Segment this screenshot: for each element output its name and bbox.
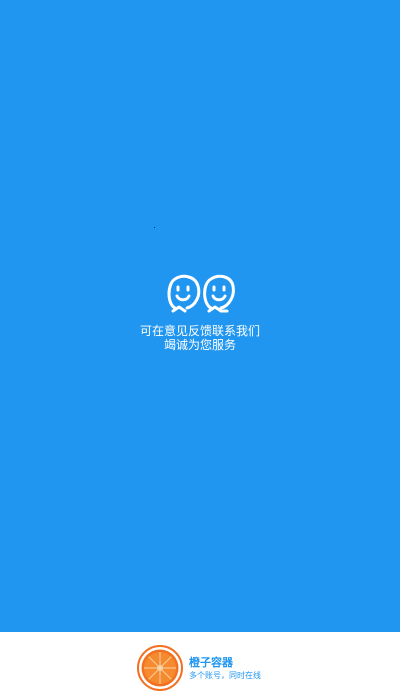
orange-slice-icon — [137, 645, 183, 691]
slogan-line-1: 可在意见反馈联系我们 — [139, 324, 260, 338]
splash-background: 可在意见反馈联系我们 竭诚为您服务 — [0, 0, 400, 632]
app-name: 橙子容器 — [189, 656, 233, 669]
splash-screen: 可在意见反馈联系我们 竭诚为您服务 橙子容器 多个账号，同时在线 — [0, 0, 400, 700]
app-tagline: 多个账号，同时在线 — [189, 671, 261, 680]
two-smiley-faces-icon — [167, 274, 235, 313]
slogan: 可在意见反馈联系我们 竭诚为您服务 — [0, 324, 400, 352]
stray-dot — [154, 227, 155, 228]
slogan-line-2: 竭诚为您服务 — [163, 338, 236, 352]
